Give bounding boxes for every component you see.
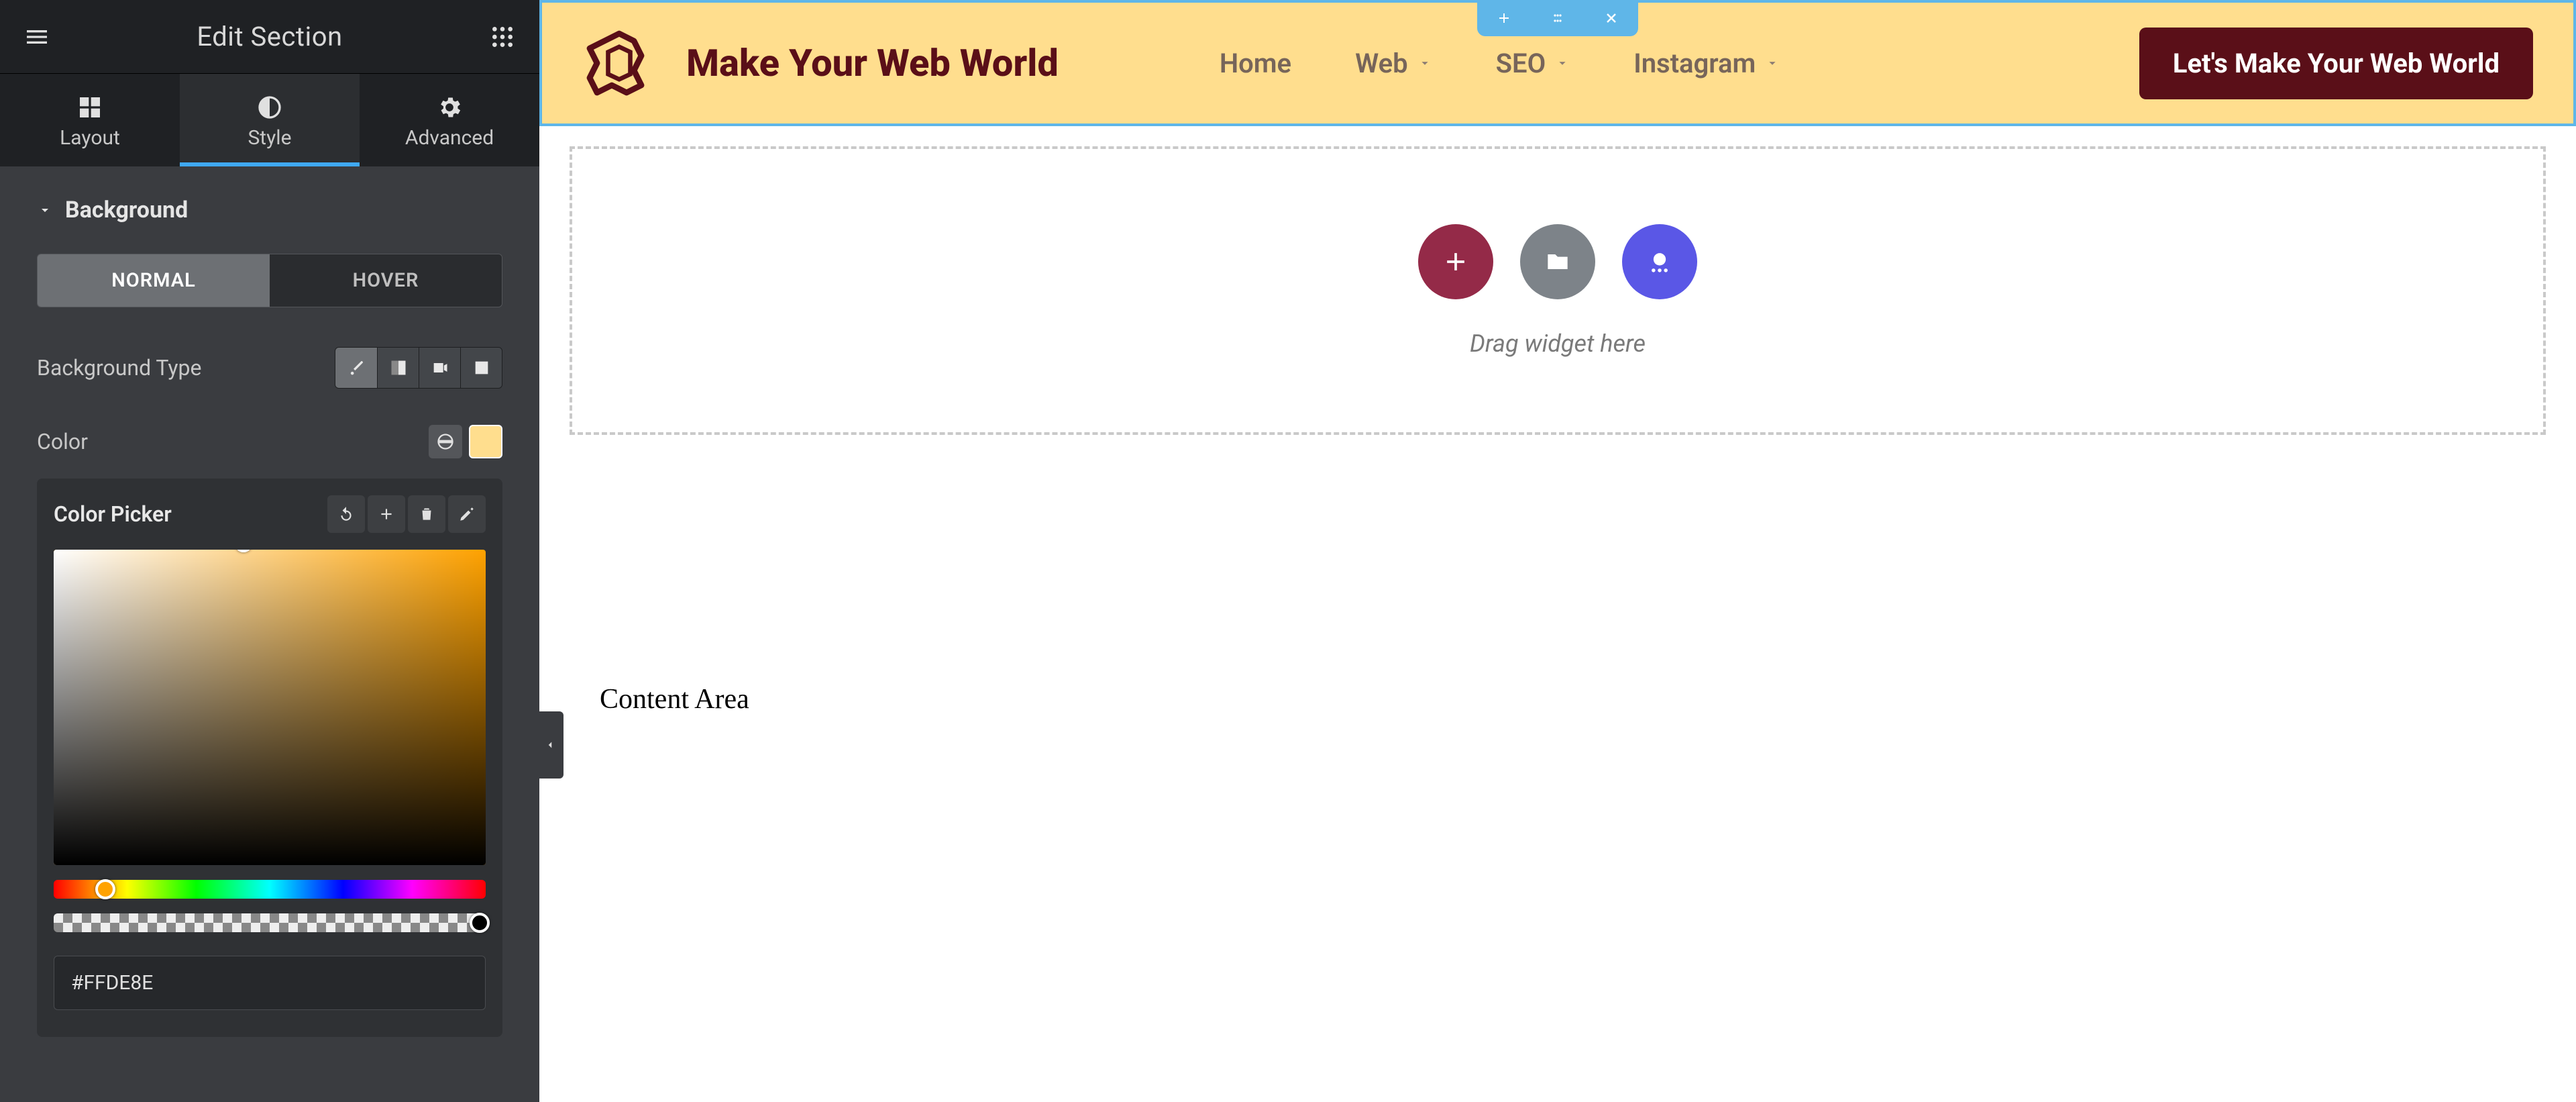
main-nav: Home Web SEO Instagram xyxy=(1220,48,1780,79)
hex-input[interactable] xyxy=(54,956,486,1010)
nav-web[interactable]: Web xyxy=(1355,48,1432,79)
color-picker-title: Color Picker xyxy=(54,501,327,527)
color-row: Color xyxy=(0,405,539,479)
tab-advanced[interactable]: Advanced xyxy=(360,74,539,166)
edit-section-button[interactable] xyxy=(1531,0,1585,36)
add-swatch-button[interactable] xyxy=(368,495,405,533)
hue-slider[interactable] xyxy=(54,880,486,899)
eyedropper-icon xyxy=(458,505,476,523)
plus-icon xyxy=(378,505,395,523)
trash-icon xyxy=(418,505,435,523)
drag-icon xyxy=(1550,10,1566,26)
brand: Make Your Web World xyxy=(582,26,1059,100)
reset-button[interactable] xyxy=(327,495,365,533)
eyedropper-button[interactable] xyxy=(448,495,486,533)
drag-hint: Drag widget here xyxy=(1470,330,1646,358)
bg-type-classic[interactable] xyxy=(335,348,377,388)
background-section-label: Background xyxy=(65,197,188,223)
widgets-grid-icon[interactable] xyxy=(466,0,539,73)
chevron-down-icon xyxy=(1765,56,1780,70)
panel-collapse-handle[interactable] xyxy=(537,711,564,779)
state-hover[interactable]: HOVER xyxy=(270,254,502,307)
caret-down-icon xyxy=(37,202,53,218)
section-handle xyxy=(1477,0,1638,36)
state-normal[interactable]: NORMAL xyxy=(38,254,270,307)
chevron-left-icon xyxy=(544,739,556,751)
brush-icon xyxy=(347,358,366,377)
panel-title: Edit Section xyxy=(74,21,466,52)
tab-style[interactable]: Style xyxy=(180,74,360,166)
saturation-value-box[interactable] xyxy=(54,550,486,865)
global-color-button[interactable] xyxy=(429,425,462,458)
plus-icon xyxy=(1441,247,1470,277)
tab-advanced-label: Advanced xyxy=(405,126,494,150)
background-section-header[interactable]: Background xyxy=(0,166,539,254)
undo-icon xyxy=(337,505,355,523)
nav-seo[interactable]: SEO xyxy=(1496,48,1570,79)
brand-text: Make Your Web World xyxy=(686,41,1059,85)
bg-type-slideshow[interactable] xyxy=(460,348,502,388)
bg-type-options xyxy=(335,347,502,389)
delete-section-button[interactable] xyxy=(1585,0,1638,36)
state-toggle: NORMAL HOVER xyxy=(0,254,539,331)
add-content-actions xyxy=(1418,224,1697,299)
add-section-button[interactable] xyxy=(1477,0,1531,36)
site-logo[interactable] xyxy=(582,26,656,100)
empty-section[interactable]: Drag widget here xyxy=(570,146,2546,435)
editor-panel: Edit Section Layout Style Advanced Backg… xyxy=(0,0,539,1102)
bg-type-label: Background Type xyxy=(37,355,335,381)
bg-type-video[interactable] xyxy=(419,348,460,388)
delete-swatch-button[interactable] xyxy=(408,495,445,533)
bg-type-gradient[interactable] xyxy=(377,348,419,388)
color-label: Color xyxy=(37,429,429,454)
nav-home[interactable]: Home xyxy=(1220,48,1291,79)
canvas: Make Your Web World Home Web SEO Instagr… xyxy=(539,0,2576,1102)
color-swatch[interactable] xyxy=(469,425,502,458)
tab-layout-label: Layout xyxy=(60,126,120,150)
ai-assist-button[interactable] xyxy=(1622,224,1697,299)
tab-style-label: Style xyxy=(248,126,291,150)
hue-handle[interactable] xyxy=(95,879,115,899)
add-new-section-button[interactable] xyxy=(1418,224,1493,299)
color-picker: Color Picker xyxy=(37,479,502,1037)
folder-icon xyxy=(1543,247,1572,277)
gradient-icon xyxy=(389,358,408,377)
globe-icon xyxy=(436,432,455,451)
video-icon xyxy=(431,358,449,377)
close-icon xyxy=(1603,10,1619,26)
menu-icon[interactable] xyxy=(0,0,74,73)
tab-layout[interactable]: Layout xyxy=(0,74,180,166)
cta-button[interactable]: Let's Make Your Web World xyxy=(2139,28,2533,99)
alpha-slider[interactable] xyxy=(54,913,486,932)
nav-instagram[interactable]: Instagram xyxy=(1633,48,1780,79)
content-area-label: Content Area xyxy=(539,455,2576,715)
panel-tabs: Layout Style Advanced xyxy=(0,74,539,166)
sparkle-icon xyxy=(1645,247,1674,277)
alpha-handle[interactable] xyxy=(470,913,490,933)
panel-header: Edit Section xyxy=(0,0,539,74)
chevron-down-icon xyxy=(1417,56,1432,70)
image-icon xyxy=(472,358,491,377)
plus-icon xyxy=(1496,10,1512,26)
panel-body: Background NORMAL HOVER Background Type … xyxy=(0,166,539,1102)
bg-type-row: Background Type xyxy=(0,331,539,405)
chevron-down-icon xyxy=(1555,56,1570,70)
add-template-button[interactable] xyxy=(1520,224,1595,299)
